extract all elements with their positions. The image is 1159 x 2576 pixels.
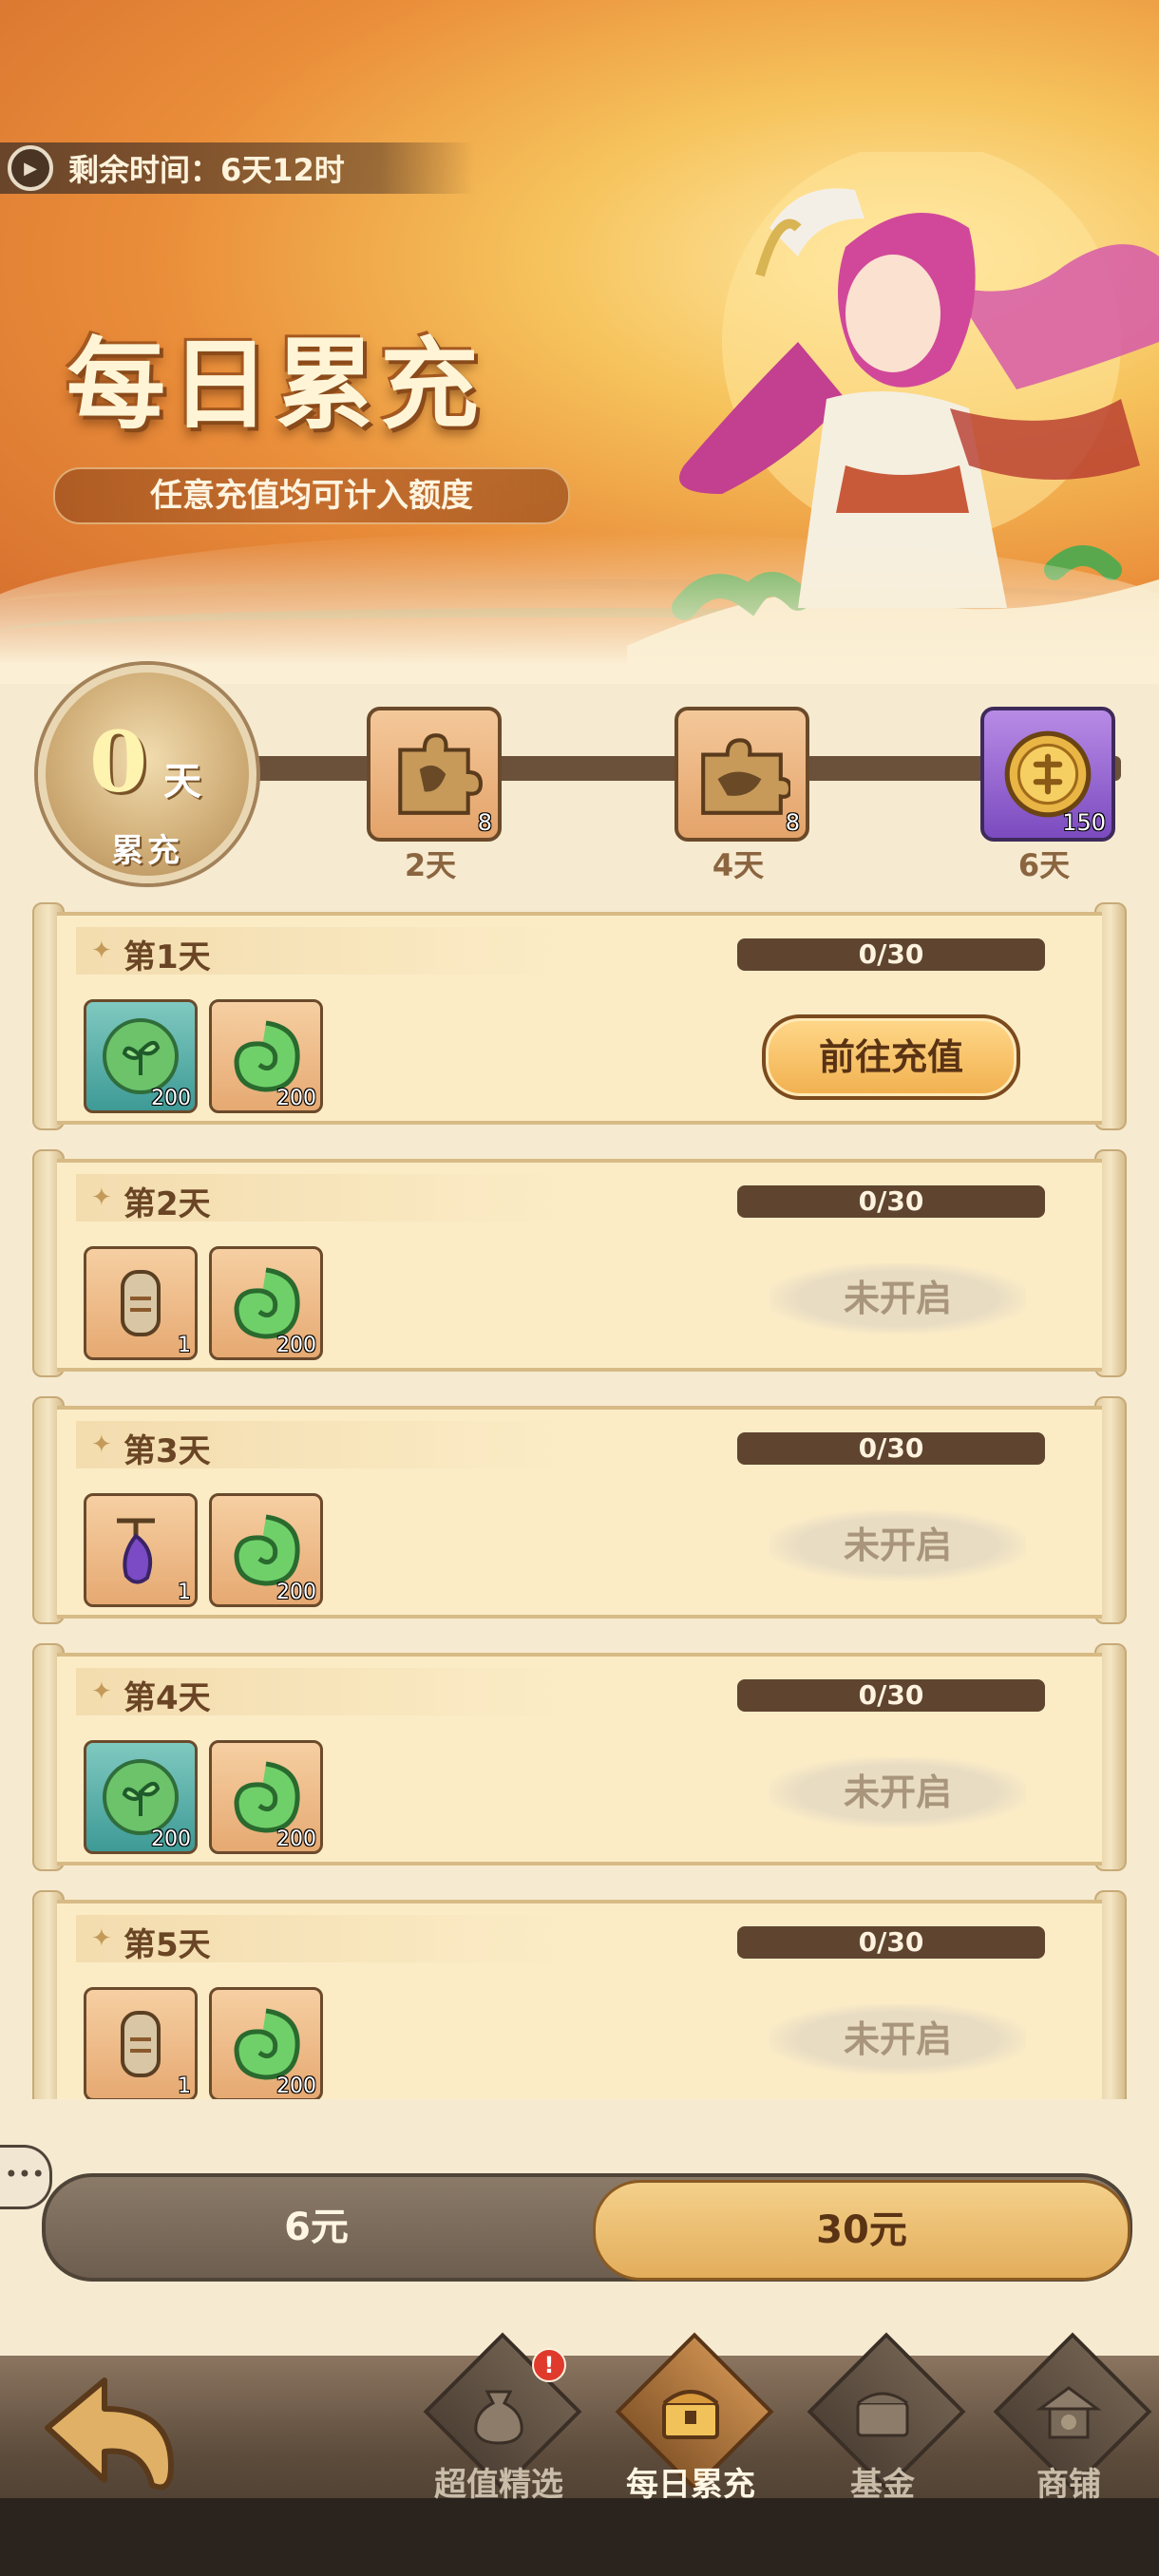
reward-count: 1 [178,1334,191,1357]
milestone-count: 8 [785,809,800,836]
nav-label: 每日累充 [626,2466,755,2504]
milestone-day-label: 2天 [404,847,457,883]
amount-tab-30[interactable]: 30元 [593,2180,1130,2281]
reward-item[interactable]: 200 [84,1740,198,1854]
sparkle-icon: ✦ [91,1924,112,1953]
nav-label: 基金 [850,2466,915,2504]
reward-item[interactable]: 200 [209,1246,323,1360]
task-progress-bar: 0/30 [737,1185,1045,1218]
scroll-token-icon [121,1270,161,1336]
task-paper: ✦ 第2天 0/30 1 200 未开启 [57,1159,1102,1372]
reward-count: 1 [178,2074,191,2098]
purple-crystal-icon [117,1518,155,1584]
reward-count: 200 [276,1828,316,1851]
task-card-day-1: ✦ 第1天 0/30 200 200 前往充值 [32,902,1127,1130]
page-title: 每日累充 [66,326,485,443]
task-paper: ✦ 第5天 0/30 1 200 未开启 [57,1900,1102,2099]
task-progress-bar: 0/30 [737,1679,1045,1712]
reward-item[interactable]: 200 [209,1987,323,2099]
task-paper: ✦ 第3天 0/30 1 200 未开启 [57,1406,1102,1619]
locked-status-label: 未开启 [770,1510,1026,1581]
amount-tab-6[interactable]: 6元 [46,2177,587,2278]
milestone-reward-4[interactable]: 8 [674,707,809,842]
page-subtitle: 任意充值均可计入额度 [53,467,570,524]
reward-count: 200 [276,2074,316,2098]
nav-item-daily-recharge[interactable]: 每日累充 [600,2332,774,2504]
clock-icon: ▶ [8,145,53,191]
shop-pavilion-icon [1036,2386,1102,2439]
task-day-title: 第4天 [124,1679,211,1717]
sparkle-icon: ✦ [91,1677,112,1706]
cumulative-progress-track: 0 天 累充 8 2天 8 4天 150 6天 [0,665,1159,893]
money-bag-icon [474,2390,523,2445]
nav-label: 超值精选 [434,2466,563,2504]
hero-character-art [627,152,1159,684]
banner-swirl [0,579,1159,627]
task-card-day-5: ✦ 第5天 0/30 1 200 未开启 [32,1890,1127,2099]
cumulative-days-medallion: 0 天 累充 [38,665,256,883]
reward-item[interactable]: 200 [209,1740,323,1854]
back-arrow-icon[interactable] [28,2361,190,2504]
locked-status-label: 未开启 [770,2004,1026,2074]
reward-item[interactable]: 200 [209,999,323,1113]
task-day-title: 第2天 [124,1185,211,1223]
sparkle-icon: ✦ [91,1430,112,1459]
chat-bubble-icon[interactable]: ••• [0,2145,52,2209]
fund-chest-icon [856,2392,909,2437]
task-card-day-2: ✦ 第2天 0/30 1 200 未开启 [32,1149,1127,1377]
reward-item[interactable]: 1 [84,1987,198,2099]
amount-tier-selector: 6元 30元 [42,2173,1132,2282]
remaining-time-text: 剩余时间：6天12时 [68,152,345,188]
nav-item-value-picks[interactable]: 超值精选 ! [408,2332,582,2504]
task-day-title: 第5天 [124,1926,211,1964]
notification-badge: ! [532,2348,566,2382]
cumulative-label: 累充 [111,832,183,870]
scroll-token-icon [121,2011,161,2077]
reward-count: 200 [151,1828,191,1851]
daily-task-list[interactable]: ✦ 第1天 0/30 200 200 前往充值 ✦ 第2天 0/30 1 200… [32,902,1127,2099]
reward-count: 200 [276,1581,316,1604]
locked-status-label: 未开启 [770,1757,1026,1828]
milestone-count: 150 [1062,809,1106,836]
nav-item-shop[interactable]: 商铺 [978,2332,1152,2504]
task-progress-bar: 0/30 [737,1432,1045,1465]
task-progress-bar: 0/30 [737,938,1045,971]
task-progress-bar: 0/30 [737,1926,1045,1959]
reward-item[interactable]: 1 [84,1246,198,1360]
puzzle-piece-icon [701,738,790,815]
sparkle-icon: ✦ [91,1184,112,1212]
puzzle-piece-icon [398,733,483,815]
remaining-time-bar: ▶ 剩余时间：6天12时 [0,142,475,194]
treasure-chest-icon [662,2390,719,2439]
reward-count: 1 [178,1581,191,1604]
task-day-title: 第1天 [124,938,211,976]
banner-swirl [0,608,1159,655]
task-day-title: 第3天 [124,1432,211,1470]
cumulative-days-value: 0 [89,712,148,811]
header-banner: ▶ 剩余时间：6天12时 每日累充 任意充值均可计入额度 [0,0,1159,684]
bottom-nav-base [0,2498,1159,2576]
reward-item[interactable]: 200 [84,999,198,1113]
task-paper: ✦ 第1天 0/30 200 200 前往充值 [57,912,1102,1125]
sparkle-icon: ✦ [91,937,112,965]
milestone-day-label: 4天 [712,847,765,883]
nav-label: 商铺 [1036,2466,1101,2504]
go-recharge-button[interactable]: 前往充值 [762,1014,1020,1100]
task-card-day-3: ✦ 第3天 0/30 1 200 未开启 [32,1396,1127,1624]
task-paper: ✦ 第4天 0/30 200 200 未开启 [57,1653,1102,1866]
milestone-reward-2[interactable]: 8 [367,707,502,842]
reward-count: 200 [276,1334,316,1357]
milestone-reward-6[interactable]: 150 [980,707,1115,842]
task-card-day-4: ✦ 第4天 0/30 200 200 未开启 [32,1643,1127,1871]
gold-coin-icon [1004,730,1092,818]
reward-item[interactable]: 200 [209,1493,323,1607]
reward-count: 200 [276,1087,316,1110]
nav-item-fund[interactable]: 基金 [792,2332,966,2504]
locked-status-label: 未开启 [770,1263,1026,1334]
reward-item[interactable]: 1 [84,1493,198,1607]
cumulative-days-unit: 天 [163,760,201,804]
reward-count: 200 [151,1087,191,1110]
milestone-count: 8 [477,809,492,836]
milestone-day-label: 6天 [1017,847,1071,883]
